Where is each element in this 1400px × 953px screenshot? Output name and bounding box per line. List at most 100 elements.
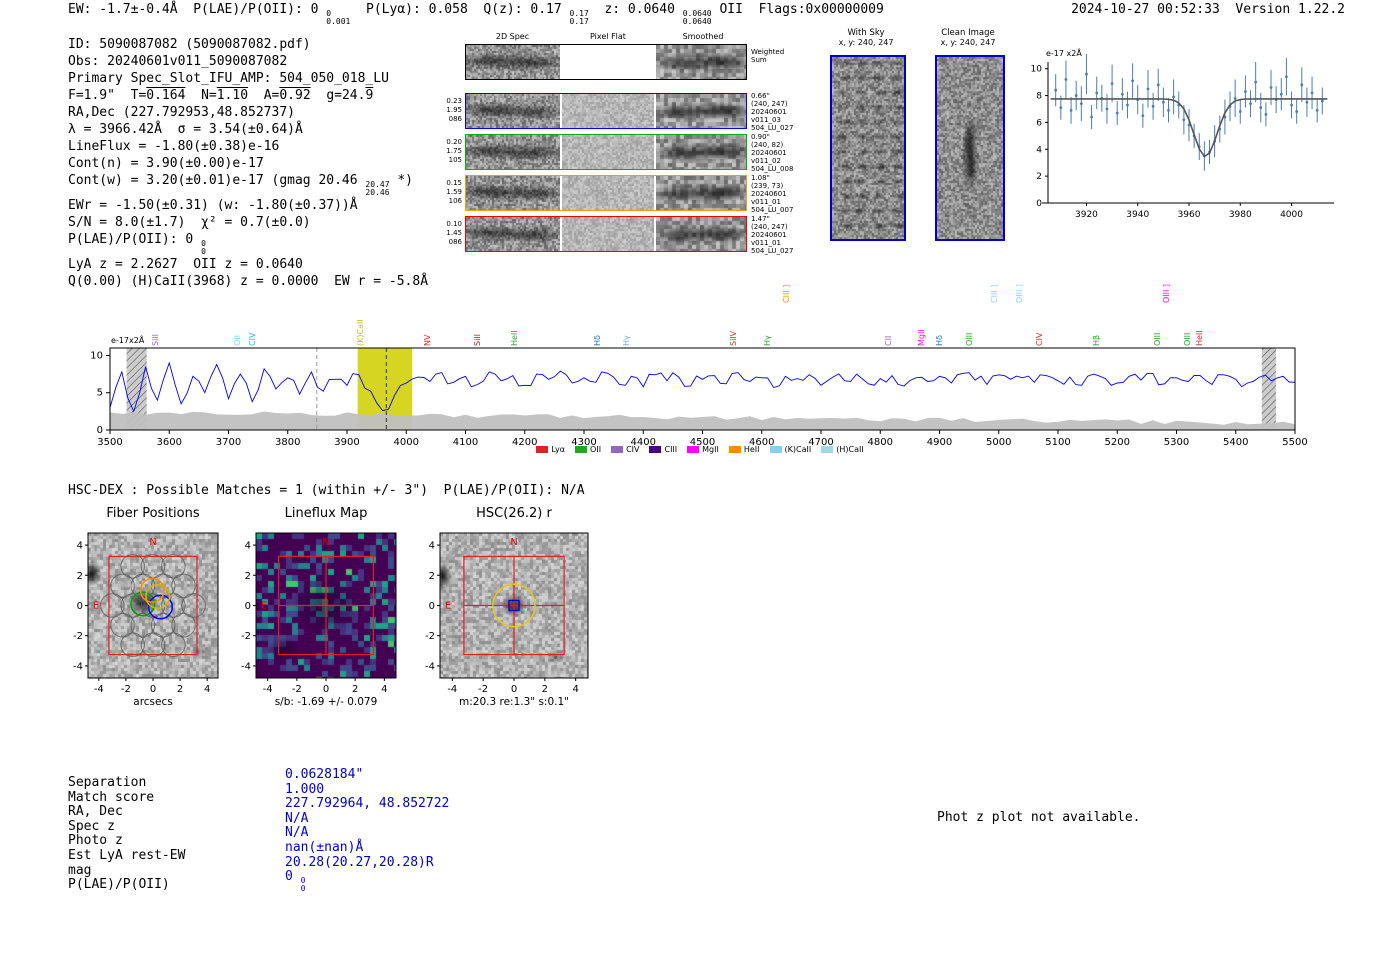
legend-swatch (611, 446, 624, 453)
spec2d-row (465, 175, 747, 211)
spec2d-row-left-labels: 0.15 1.59 106 (443, 179, 462, 206)
info-line: λ = 3966.42Å σ = 3.54(±0.64)Å (68, 121, 428, 138)
left-label-line: 086 (448, 115, 462, 123)
tick-label: 3920 (1075, 210, 1098, 220)
data-point (1249, 102, 1252, 106)
spec2d-row (465, 216, 747, 252)
tick-label: 5000 (986, 437, 1011, 448)
left-label-line: 0.20 (446, 138, 462, 146)
tick-label: -2 (425, 631, 435, 642)
data-point (1074, 94, 1078, 97)
data-point (1146, 87, 1150, 91)
tick-label: 4 (429, 541, 435, 552)
tick-label: 4 (572, 684, 578, 695)
legend-item: CIII (649, 445, 677, 454)
match-row-label: P(LAE)/P(OII) (68, 877, 170, 892)
legend-label: (K)CaII (784, 445, 812, 454)
twod-spec-image (466, 45, 560, 79)
match-row-value: 227.792964, 48.852722 (285, 796, 450, 811)
clean-image-panel (935, 55, 1005, 241)
annotation-line: 1.08" (751, 174, 770, 182)
tick-label: 0 (429, 601, 435, 612)
tick-label: -2 (241, 631, 251, 642)
data-point (1126, 103, 1129, 107)
weighted-spec-row (465, 44, 747, 80)
data-point (1254, 80, 1258, 84)
tick-label: 3500 (97, 437, 122, 448)
annotation-line: 0.66" (751, 92, 770, 100)
legend-item: HeII (728, 445, 760, 454)
info-line: Obs: 20240601v011_5090087082 (68, 53, 428, 70)
annotation-line: (239, 73) (751, 182, 784, 190)
tick-label: 4 (381, 684, 387, 695)
tick-label: 8 (1036, 92, 1042, 102)
twod-spec-image (466, 217, 560, 251)
data-point (1064, 78, 1068, 81)
left-label-line: 1.45 (446, 229, 462, 237)
annotation-line: 504_LU_027 (751, 247, 794, 255)
tick-label: 5200 (1105, 437, 1130, 448)
spectral-line-label: CIII ] (990, 284, 999, 303)
info-line: P(LAE)/P(OII): 0 00 (68, 231, 428, 256)
stacked-sub: 0.17 (569, 17, 589, 26)
data-point (1110, 82, 1114, 85)
text-segment: S/N = 8.0(±1.7) χ² = 0.7(±0.0) (68, 215, 311, 230)
info-line: Cont(n) = 3.90(±0.00)e-17 (68, 155, 428, 172)
twod-spec-image (466, 176, 560, 210)
cutout-xlabel: s/b: -1.69 +/- 0.079 (275, 696, 378, 708)
left-label-line: 0.10 (446, 220, 462, 228)
legend-swatch (728, 446, 741, 453)
spec2d-row-annotation: 0.66" (240, 247) 20240601 v011_03 504_LU_027 (751, 92, 803, 132)
tick-label: -4 (94, 684, 104, 695)
with-sky-panel (830, 55, 906, 241)
sky-panel-title: With Sky x, y: 240, 247 (820, 28, 912, 48)
legend-swatch (821, 446, 834, 453)
data-point (1059, 106, 1063, 110)
spectral-line-label: SiIV (729, 330, 738, 346)
tick-label: -4 (425, 661, 435, 672)
spec2d-col-header: Smoothed (682, 32, 724, 41)
tick-label: 2 (77, 571, 83, 582)
spectral-line-label: Hγ (622, 335, 631, 346)
text-segment: P(LAE)/P(OII): 0 (68, 232, 202, 247)
hsc-overlay: -4-4-2-2002244m:20.3 re:1.3" s:0.1"NE (425, 532, 589, 708)
annotation-line: 0.90" (751, 133, 770, 141)
info-line: RA,Dec (227.792953,48.852737) (68, 104, 428, 121)
text-segment: P(Lyα): 0.058 Q(z): 0.17 (350, 2, 570, 17)
elixer-report-page: EW: -1.7±-0.4Å P(LAE)/P(OII): 0 0 0.001 P… (0, 0, 1400, 953)
smoothed-image (656, 94, 746, 128)
weighted-sum-line: Sum (751, 56, 767, 64)
match-row-value: 0 00 (285, 868, 305, 893)
annotation-line: 20240601 (751, 231, 787, 239)
stacked-fraction: 0.0640 0.0640 (683, 10, 712, 26)
stacked-fraction: 20.47 20.46 (365, 181, 389, 197)
spec2d-row-left-labels: 0.20 1.75 105 (443, 138, 462, 165)
clean-image (937, 57, 1003, 239)
tick-label: 3800 (275, 437, 300, 448)
compass-east-label: E (93, 601, 99, 612)
data-point (1069, 108, 1073, 112)
pixel-flat-image (562, 217, 654, 251)
annotation-line: 504_LU_027 (751, 124, 794, 132)
compass-north-label: N (510, 537, 517, 548)
annotation-line: 20240601 (751, 149, 787, 157)
photz-note: Phot z plot not available. (937, 810, 1141, 825)
tick-label: 2 (177, 684, 183, 695)
legend-swatch (536, 446, 549, 453)
weighted-sum-line: Weighted (751, 48, 785, 56)
data-point (1320, 99, 1324, 103)
weighted-sum-label: Weighted Sum (751, 48, 784, 64)
spectral-line-label: Hγ (763, 335, 772, 346)
text-segment: λ = 3966.42Å σ = 3.54(±0.64)Å (68, 122, 303, 137)
pixel-flat-image (562, 135, 654, 169)
tick-label: 5 (97, 388, 103, 399)
tick-label: 4 (245, 541, 251, 552)
data-point (1244, 90, 1247, 93)
tick-label: 3960 (1178, 210, 1201, 220)
data-point (1305, 100, 1309, 104)
tick-label: 5500 (1282, 437, 1307, 448)
spec2d-row-left-labels: 0.23 1.95 086 (443, 97, 462, 124)
legend-label: MgII (702, 445, 719, 454)
spectral-line-label: (K)CaII (356, 319, 365, 346)
data-point (1151, 104, 1155, 108)
